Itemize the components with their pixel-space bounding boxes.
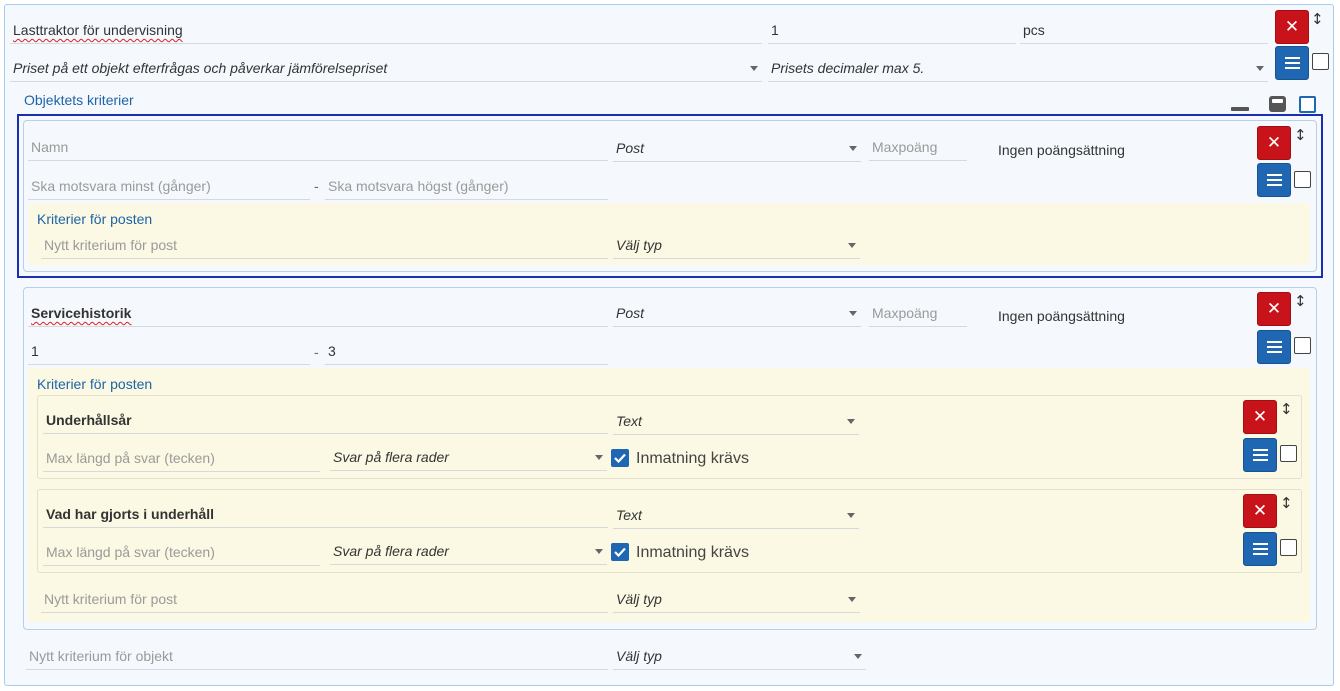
- new-object-criterion-type-value: Välj typ: [616, 648, 662, 664]
- new-post-criterion-type-select[interactable]: Välj typ: [613, 231, 860, 259]
- scoring-label: Ingen poängsättning: [998, 308, 1125, 324]
- post-menu-button[interactable]: [1257, 330, 1291, 364]
- criterion-type-value: Text: [616, 507, 642, 523]
- delete-criterion-button[interactable]: ✕: [1243, 494, 1277, 528]
- close-icon: ✕: [1266, 298, 1282, 319]
- post-type-select[interactable]: Post: [613, 134, 861, 162]
- post-type-select[interactable]: Post: [613, 299, 861, 327]
- chevron-down-icon: [849, 311, 857, 316]
- price-decimals-value: Prisets decimaler max 5.: [771, 60, 925, 76]
- hamburger-menu-icon: [1266, 341, 1282, 353]
- price-mode-value: Priset på ett objekt efterfrågas och påv…: [13, 60, 388, 76]
- hamburger-menu-icon: [1252, 449, 1268, 461]
- answer-mode-select[interactable]: Svar på flera rader: [330, 443, 607, 471]
- post-select-checkbox[interactable]: [1294, 171, 1311, 188]
- select-all-criteria-checkbox[interactable]: [1299, 96, 1316, 113]
- criterion-menu-button[interactable]: [1243, 532, 1277, 566]
- criterion-select-checkbox[interactable]: [1280, 539, 1297, 556]
- criterion-type-value: Text: [616, 413, 642, 429]
- required-label: Inmatning krävs: [636, 544, 749, 561]
- range-separator: -: [314, 178, 319, 194]
- post-name-input[interactable]: Servicehistorik: [28, 299, 608, 327]
- post-menu-button[interactable]: [1257, 163, 1291, 197]
- post-name-input[interactable]: Namn: [28, 133, 608, 161]
- delete-object-button[interactable]: ✕: [1275, 10, 1309, 44]
- new-object-criterion-type-select[interactable]: Välj typ: [613, 642, 866, 670]
- min-count-input[interactable]: 1: [28, 337, 310, 365]
- required-checkbox[interactable]: [611, 449, 629, 467]
- maxpoints-input[interactable]: Maxpoäng: [869, 133, 967, 161]
- new-post-criterion-type-select[interactable]: Välj typ: [613, 585, 860, 613]
- close-icon: ✕: [1284, 16, 1300, 37]
- criterion-type-select[interactable]: Text: [613, 407, 859, 435]
- range-separator: -: [314, 344, 319, 360]
- post-type-value: Post: [616, 140, 645, 156]
- hamburger-menu-icon: [1252, 543, 1268, 555]
- post-criteria-heading: Kriterier för posten: [37, 211, 153, 227]
- up-down-arrow-icon[interactable]: ↕: [1294, 292, 1307, 310]
- chevron-down-icon: [849, 146, 857, 151]
- new-post-criterion-type-value: Välj typ: [616, 591, 662, 607]
- object-select-checkbox[interactable]: [1312, 53, 1329, 70]
- required-label: Inmatning krävs: [636, 450, 749, 467]
- hamburger-menu-icon: [1266, 174, 1282, 186]
- min-count-input[interactable]: Ska motsvara minst (gånger): [28, 172, 310, 200]
- chevron-down-icon: [750, 66, 758, 71]
- criterion-menu-button[interactable]: [1243, 438, 1277, 472]
- criterion-type-select[interactable]: Text: [613, 501, 859, 529]
- post-select-checkbox[interactable]: [1294, 337, 1311, 354]
- close-icon: ✕: [1266, 132, 1282, 153]
- delete-criterion-button[interactable]: ✕: [1243, 400, 1277, 434]
- delete-post-button[interactable]: ✕: [1257, 292, 1291, 326]
- post-type-value: Post: [616, 305, 645, 321]
- answer-mode-value: Svar på flera rader: [333, 449, 449, 465]
- check-icon: [614, 547, 626, 557]
- up-down-arrow-icon[interactable]: ↕: [1294, 126, 1307, 144]
- delete-post-button[interactable]: ✕: [1257, 126, 1291, 160]
- close-icon: ✕: [1252, 500, 1268, 521]
- chevron-down-icon: [848, 243, 856, 248]
- max-count-input[interactable]: Ska motsvara högst (gånger): [325, 172, 608, 200]
- new-object-criterion-input[interactable]: Nytt kriterium för objekt: [26, 642, 608, 670]
- scoring-label: Ingen poängsättning: [998, 142, 1125, 158]
- save-icon[interactable]: [1269, 96, 1286, 112]
- max-length-input[interactable]: Max längd på svar (tecken): [43, 444, 320, 472]
- new-post-criterion-type-value: Välj typ: [616, 237, 662, 253]
- new-post-criterion-input[interactable]: Nytt kriterium för post: [41, 231, 608, 259]
- hamburger-menu-icon: [1284, 57, 1300, 69]
- object-criteria-heading: Objektets kriterier: [24, 92, 134, 108]
- answer-mode-select[interactable]: Svar på flera rader: [330, 537, 607, 565]
- close-icon: ✕: [1252, 406, 1268, 427]
- object-name-input[interactable]: Lasttraktor för undervisning: [10, 16, 762, 44]
- price-decimals-select[interactable]: Prisets decimaler max 5.: [768, 54, 1268, 82]
- up-down-arrow-icon[interactable]: ↕: [1311, 10, 1324, 28]
- object-menu-button[interactable]: [1275, 46, 1309, 80]
- chevron-down-icon: [847, 419, 855, 424]
- chevron-down-icon: [854, 654, 862, 659]
- max-count-input[interactable]: 3: [325, 337, 608, 365]
- up-down-arrow-icon[interactable]: ↕: [1280, 494, 1293, 512]
- up-down-arrow-icon[interactable]: ↕: [1280, 400, 1293, 418]
- chevron-down-icon: [595, 549, 603, 554]
- criterion-select-checkbox[interactable]: [1280, 445, 1297, 462]
- criterion-name-input[interactable]: Underhållsår: [43, 406, 608, 434]
- criterion-name-input[interactable]: Vad har gjorts i underhåll: [43, 500, 608, 528]
- new-post-criterion-input[interactable]: Nytt kriterium för post: [41, 585, 608, 613]
- minimize-icon[interactable]: [1231, 107, 1249, 111]
- price-mode-select[interactable]: Priset på ett objekt efterfrågas och påv…: [10, 54, 762, 82]
- chevron-down-icon: [595, 455, 603, 460]
- answer-mode-value: Svar på flera rader: [333, 543, 449, 559]
- quantity-input[interactable]: 1: [768, 16, 1016, 44]
- maxpoints-input[interactable]: Maxpoäng: [869, 299, 967, 327]
- chevron-down-icon: [1256, 66, 1264, 71]
- post-criteria-heading: Kriterier för posten: [37, 376, 153, 392]
- unit-input[interactable]: pcs: [1020, 16, 1268, 44]
- check-icon: [614, 453, 626, 463]
- max-length-input[interactable]: Max längd på svar (tecken): [43, 538, 320, 566]
- chevron-down-icon: [848, 597, 856, 602]
- required-checkbox[interactable]: [611, 543, 629, 561]
- chevron-down-icon: [847, 513, 855, 518]
